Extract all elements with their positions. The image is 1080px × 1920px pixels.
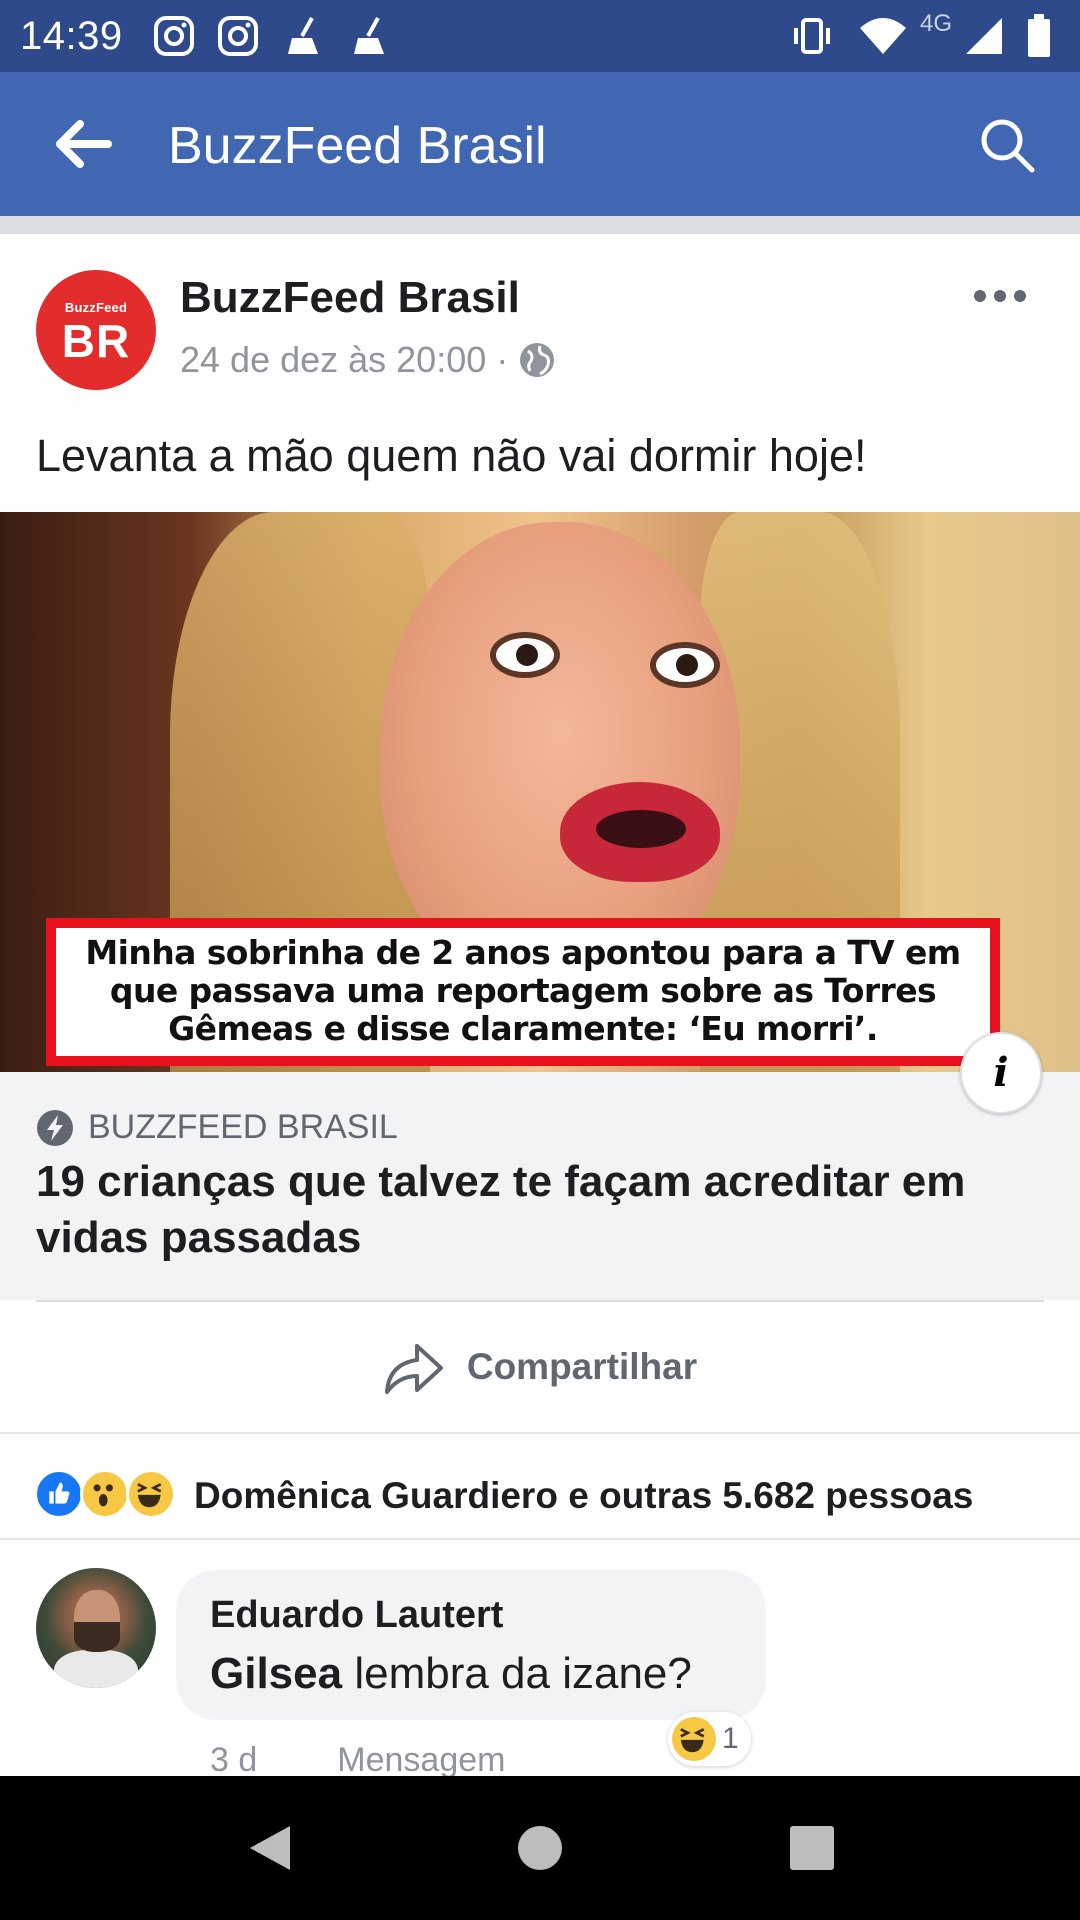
signal-icon (966, 18, 1002, 54)
network-label: 4G (920, 10, 953, 37)
wow-reaction-icon (80, 1469, 130, 1519)
comment-bubble[interactable]: Eduardo Lautert Gilsea lembra da izane? (176, 1570, 766, 1720)
vibrate-icon (794, 18, 830, 54)
back-arrow-icon[interactable] (50, 112, 114, 176)
divider (0, 1432, 1080, 1434)
comment-actions: 3 d Mensagem (210, 1738, 505, 1778)
page-avatar[interactable]: BuzzFeed BR (36, 270, 156, 390)
nav-home-icon[interactable] (514, 1822, 566, 1874)
comment-author[interactable]: Eduardo Lautert (210, 1592, 503, 1638)
avatar-beard (74, 1622, 120, 1652)
feed-divider (0, 216, 1080, 234)
comment-body: lembra da izane? (342, 1649, 692, 1698)
link-source: BUZZFEED BRASIL (36, 1108, 398, 1147)
post-timestamp[interactable]: 24 de dez às 20:00 · (180, 338, 508, 382)
avatar-shirt (54, 1650, 138, 1688)
instagram-icon (154, 16, 194, 56)
nav-back-icon[interactable] (244, 1822, 296, 1874)
avatar-big-text: BR (61, 315, 131, 367)
app-bar: BuzzFeed Brasil (0, 72, 1080, 216)
comment-reaction-count: 1 (722, 1722, 739, 1755)
haha-reaction-icon (126, 1469, 176, 1519)
haha-reaction-icon (672, 1717, 716, 1761)
link-source-label: BUZZFEED BRASIL (88, 1108, 398, 1146)
image-mouth (560, 782, 720, 882)
status-time: 14:39 (20, 14, 123, 58)
image-eye-left (490, 632, 560, 678)
comment-message-link[interactable]: Mensagem (337, 1738, 505, 1778)
page-title: BuzzFeed Brasil (168, 117, 547, 175)
cleaner-icon (354, 17, 384, 54)
link-title[interactable]: 19 crianças que talvez te façam acredita… (36, 1154, 1036, 1266)
link-preview[interactable]: BUZZFEED BRASIL 19 crianças que talvez t… (0, 1072, 1080, 1300)
globe-icon (520, 343, 555, 377)
reaction-summary[interactable]: Domênica Guardiero e outras 5.682 pessoa… (194, 1474, 973, 1518)
reaction-icons[interactable] (34, 1466, 176, 1522)
avatar-small-text: BuzzFeed (64, 300, 128, 315)
comment-time: 3 d (210, 1741, 258, 1778)
comment-reaction-badge[interactable]: 1 (668, 1712, 751, 1766)
info-button[interactable]: i (960, 1032, 1042, 1114)
comment-text: Gilsea lembra da izane? (210, 1648, 692, 1700)
system-nav-bar (0, 1776, 1080, 1920)
post-author[interactable]: BuzzFeed Brasil (180, 272, 520, 324)
image-caption: Minha sobrinha de 2 anos apontou para a … (46, 918, 1000, 1066)
search-icon[interactable] (978, 116, 1036, 174)
divider (0, 1538, 1080, 1540)
post-image[interactable]: Minha sobrinha de 2 anos apontou para a … (0, 512, 1080, 1072)
commenter-avatar[interactable] (36, 1568, 156, 1688)
image-eye-right (650, 642, 720, 688)
more-options-icon[interactable] (972, 282, 1028, 310)
cleaner-icon (288, 17, 318, 54)
share-button[interactable]: Compartilhar (0, 1302, 1080, 1432)
like-reaction-icon (34, 1469, 84, 1519)
status-bar: 14:39 4G (0, 0, 1080, 72)
nav-recents-icon[interactable] (786, 1822, 838, 1874)
post-meta: 24 de dez às 20:00 · (180, 338, 556, 382)
post-text: Levanta a mão quem não vai dormir hoje! (36, 430, 867, 481)
share-arrow-icon (384, 1344, 443, 1394)
share-label: Compartilhar (466, 1346, 698, 1387)
comment-mention[interactable]: Gilsea (210, 1649, 342, 1698)
wifi-icon (860, 18, 906, 54)
instant-article-bolt-icon (37, 1109, 73, 1146)
battery-icon (1028, 14, 1050, 57)
instagram-icon (218, 16, 258, 56)
